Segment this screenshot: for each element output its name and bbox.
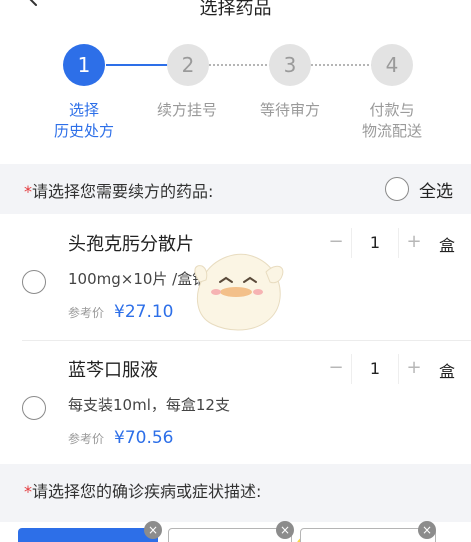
product-2-quantity-stepper: − 1 + [321, 354, 429, 384]
step-3-label: 等待审方 [235, 100, 345, 121]
step-4-circle: 4 [371, 44, 413, 86]
step-connector-1 [106, 64, 169, 66]
product-2-name: 蓝芩口服液 [68, 360, 158, 381]
step-1-label-line2: 历史处方 [53, 122, 114, 140]
diagnosis-section-header: *请选择您的确诊疾病或症状描述: [0, 464, 471, 522]
product-1-radio[interactable] [22, 270, 46, 294]
progress-steps: 1 2 3 4 选择 历史处方 续方挂号 等待审方 付款与 物流配送 [0, 36, 471, 156]
product-1-price: ¥27.10 [114, 302, 174, 322]
step-2-label-line1: 续方挂号 [156, 101, 217, 119]
product-2-price: ¥70.56 [114, 428, 174, 448]
product-2-unit: 盒 [438, 362, 455, 381]
product-divider [22, 340, 471, 341]
required-mark: * [24, 182, 32, 201]
select-all-radio[interactable] [385, 177, 409, 201]
diagnosis-chip-3[interactable] [300, 528, 436, 542]
close-icon[interactable]: × [144, 521, 162, 539]
drug-section-title-text: 请选择您需要续方的药品: [32, 182, 214, 201]
page-title: 选择药品 [199, 0, 272, 19]
product-1-name: 头孢克肟分散片 [68, 234, 194, 255]
product-2-price-label: 参考价 [68, 432, 105, 446]
close-icon[interactable]: × [418, 521, 436, 539]
step-1-circle: 1 [63, 44, 105, 86]
product-2-radio[interactable] [22, 396, 46, 420]
step-3-circle: 3 [269, 44, 311, 86]
step-2-label: 续方挂号 [132, 100, 242, 121]
product-2-plus-button[interactable]: + [399, 354, 429, 384]
diagnosis-chips: × × × [0, 521, 471, 542]
step-4-label: 付款与 物流配送 [337, 100, 447, 142]
product-1-spec: 100mg×10片 /盒铝 [68, 270, 208, 288]
product-1-quantity[interactable]: 1 [351, 228, 399, 258]
product-item-2: 蓝芩口服液 每支装10ml，每盒12支 参考价 ¥70.56 − 1 + 盒 [0, 344, 471, 468]
step-4-label-line2: 物流配送 [361, 122, 422, 140]
step-1-label-line1: 选择 [68, 101, 99, 119]
diagnosis-chip-2[interactable] [168, 528, 292, 542]
product-1-price-row: 参考价 ¥27.10 [68, 302, 174, 322]
product-2-price-row: 参考价 ¥70.56 [68, 428, 174, 448]
select-all-control[interactable]: 全选 [385, 176, 453, 202]
product-2-quantity[interactable]: 1 [351, 354, 399, 384]
select-all-label: 全选 [419, 181, 453, 202]
product-2-minus-button[interactable]: − [321, 354, 351, 384]
product-2-spec: 每支装10ml，每盒12支 [68, 396, 230, 414]
product-1-price-label: 参考价 [68, 306, 105, 320]
product-1-unit: 盒 [438, 236, 455, 255]
close-icon[interactable]: × [276, 521, 294, 539]
product-1-minus-button[interactable]: − [321, 228, 351, 258]
diagnosis-section-title-text: 请选择您的确诊疾病或症状描述: [32, 482, 262, 501]
diagnosis-section-title: *请选择您的确诊疾病或症状描述: [24, 478, 261, 502]
diagnosis-chip-1[interactable] [18, 528, 158, 542]
step-connector-2 [209, 64, 271, 66]
required-mark: * [24, 482, 32, 501]
sticker-overlay [194, 253, 284, 331]
drug-section-header: *请选择您需要续方的药品: 全选 [0, 164, 471, 214]
drug-section-title: *请选择您需要续方的药品: [24, 178, 213, 202]
top-nav-bar: 选择药品 [0, 0, 471, 22]
step-1-label: 选择 历史处方 [29, 100, 139, 142]
product-1-plus-button[interactable]: + [399, 228, 429, 258]
step-connector-3 [311, 64, 373, 66]
step-3-label-line1: 等待审方 [259, 101, 320, 119]
step-4-label-line1: 付款与 [369, 101, 415, 119]
step-2-circle: 2 [167, 44, 209, 86]
product-1-quantity-stepper: − 1 + [321, 228, 429, 258]
